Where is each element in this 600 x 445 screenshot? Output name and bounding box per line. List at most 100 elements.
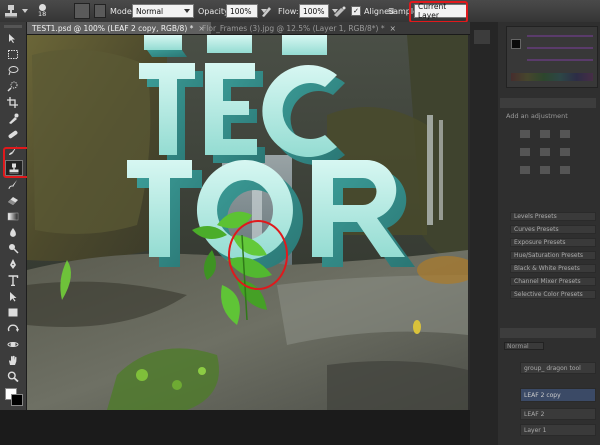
clone-stamp-icon: [5, 5, 17, 18]
crop-tool[interactable]: [6, 96, 20, 108]
preset-curves[interactable]: Curves Presets: [510, 225, 596, 234]
layer-row-layer-1[interactable]: Layer 1: [520, 424, 596, 436]
path-select-tool[interactable]: [6, 290, 20, 302]
toolbox: [0, 22, 27, 410]
eyedropper-tool[interactable]: [6, 112, 20, 124]
hand-icon: [9, 355, 17, 365]
layer-row-leaf-2[interactable]: LEAF 2: [520, 408, 596, 420]
levels-icon[interactable]: [540, 130, 550, 138]
preset-label: Exposure Presets: [514, 239, 566, 246]
panel-collapse-icon[interactable]: [474, 30, 490, 44]
flow-value: 100%: [303, 6, 325, 16]
background-color-swatch[interactable]: [11, 394, 23, 406]
flow-input[interactable]: 100%: [299, 4, 329, 18]
checkbox-checked-icon: ✓: [351, 6, 361, 16]
exposure-icon[interactable]: [520, 148, 530, 156]
airbrush-icon: [334, 6, 346, 17]
panel-icon-strip: [470, 22, 498, 445]
tool-preset-picker[interactable]: [3, 0, 28, 22]
marquee-icon: [8, 49, 18, 59]
preset-label: Levels Presets: [514, 213, 557, 220]
3d-rotate-tool[interactable]: [6, 322, 20, 334]
mode-label: Mode:: [110, 6, 135, 16]
3d-orbit-tool[interactable]: [6, 338, 20, 350]
chevron-down-icon: [22, 9, 28, 13]
shape-tool[interactable]: [6, 306, 20, 318]
document-canvas[interactable]: [27, 35, 468, 410]
preset-black-white[interactable]: Black & White Presets: [510, 264, 596, 273]
lasso-tool[interactable]: [6, 64, 20, 76]
quick-select-tool[interactable]: [6, 80, 20, 92]
color-slider[interactable]: [527, 47, 593, 49]
tab-label: Flor_Frames (3).jpg @ 12.5% (Layer 1, RG…: [202, 23, 385, 33]
color-slider[interactable]: [527, 35, 593, 37]
tab-flor-frames[interactable]: Flor_Frames (3).jpg @ 12.5% (Layer 1, RG…: [196, 22, 402, 34]
leaf-highlight-circle: [228, 220, 288, 290]
eraser-icon: [8, 196, 18, 205]
pressure-opacity-toggle[interactable]: [260, 0, 273, 22]
airbrush-toggle[interactable]: [333, 0, 347, 22]
mode-select[interactable]: Normal: [132, 4, 194, 18]
type-tool[interactable]: [6, 274, 20, 286]
preset-label: Curves Presets: [514, 226, 559, 233]
marquee-tool[interactable]: [6, 48, 20, 60]
color-slider[interactable]: [527, 59, 593, 61]
history-brush-icon: [8, 179, 17, 189]
color-panel: [506, 26, 598, 88]
color-ramp[interactable]: [511, 73, 593, 81]
preset-label: Channel Mixer Presets: [514, 278, 581, 285]
channel-mixer-icon[interactable]: [540, 166, 550, 174]
bandage-icon: [8, 130, 18, 138]
adjustments-panel-header: [500, 98, 596, 108]
preset-channel-mixer[interactable]: Channel Mixer Presets: [510, 277, 596, 286]
dodge-tool[interactable]: [6, 242, 20, 254]
black-white-icon[interactable]: [520, 166, 530, 174]
clone-source-toggle[interactable]: [74, 0, 90, 22]
clone-source-icon: [74, 3, 90, 19]
brush-size-value: 18: [38, 10, 47, 18]
options-bar: 18 Mode: Normal Opacity: 100% Flow: 100%: [0, 0, 600, 23]
preset-levels[interactable]: Levels Presets: [510, 212, 596, 221]
pen-tool[interactable]: [6, 258, 20, 270]
close-icon[interactable]: ×: [390, 24, 396, 33]
color-balance-icon[interactable]: [560, 148, 570, 156]
preset-label: Hue/Saturation Presets: [514, 252, 584, 259]
layer-name: group_ dragon tool: [524, 364, 581, 372]
hue-saturation-icon[interactable]: [540, 148, 550, 156]
layer-name: LEAF 2 copy: [524, 391, 561, 399]
preset-label: Black & White Presets: [514, 265, 580, 272]
foreground-swatch[interactable]: [511, 39, 521, 49]
brightness-icon[interactable]: [520, 130, 530, 138]
preset-exposure[interactable]: Exposure Presets: [510, 238, 596, 247]
gradient-tool[interactable]: [6, 210, 20, 222]
preset-selective-color[interactable]: Selective Color Presets: [510, 290, 596, 299]
eraser-tool[interactable]: [6, 194, 20, 206]
blur-tool[interactable]: [6, 226, 20, 238]
opacity-value: 100%: [230, 6, 252, 16]
invert-icon[interactable]: [560, 166, 570, 174]
layer-row-group[interactable]: group_ dragon tool: [520, 362, 596, 374]
opacity-input[interactable]: 100%: [226, 4, 258, 18]
move-tool[interactable]: [6, 32, 20, 44]
path-select-icon: [10, 291, 17, 301]
layer-row-leaf-2-copy[interactable]: LEAF 2 copy: [520, 388, 596, 402]
3d-orbit-icon: [7, 341, 19, 347]
brush-panel-toggle[interactable]: [94, 0, 106, 22]
toolbox-grip[interactable]: [4, 25, 22, 28]
brush-picker[interactable]: 18: [38, 0, 46, 22]
curves-icon[interactable]: [560, 130, 570, 138]
blend-mode-value: Normal: [507, 343, 529, 350]
layer-blend-mode-select[interactable]: Normal: [504, 342, 544, 350]
healing-brush-tool[interactable]: [6, 128, 20, 140]
adjustments-heading: Add an adjustment: [506, 112, 568, 120]
eyedropper-icon: [9, 113, 19, 124]
blur-drop-icon: [10, 227, 16, 237]
history-brush-tool[interactable]: [6, 178, 20, 190]
sample-highlight-box: [409, 1, 468, 23]
mode-value: Normal: [136, 6, 164, 16]
zoom-tool[interactable]: [6, 370, 20, 382]
hand-tool[interactable]: [6, 354, 20, 366]
rectangle-shape-icon: [8, 308, 18, 316]
preset-hue-saturation[interactable]: Hue/Saturation Presets: [510, 251, 596, 260]
tab-test1[interactable]: TEST1.psd @ 100% (LEAF 2 copy, RGB/8) * ×: [26, 22, 211, 34]
